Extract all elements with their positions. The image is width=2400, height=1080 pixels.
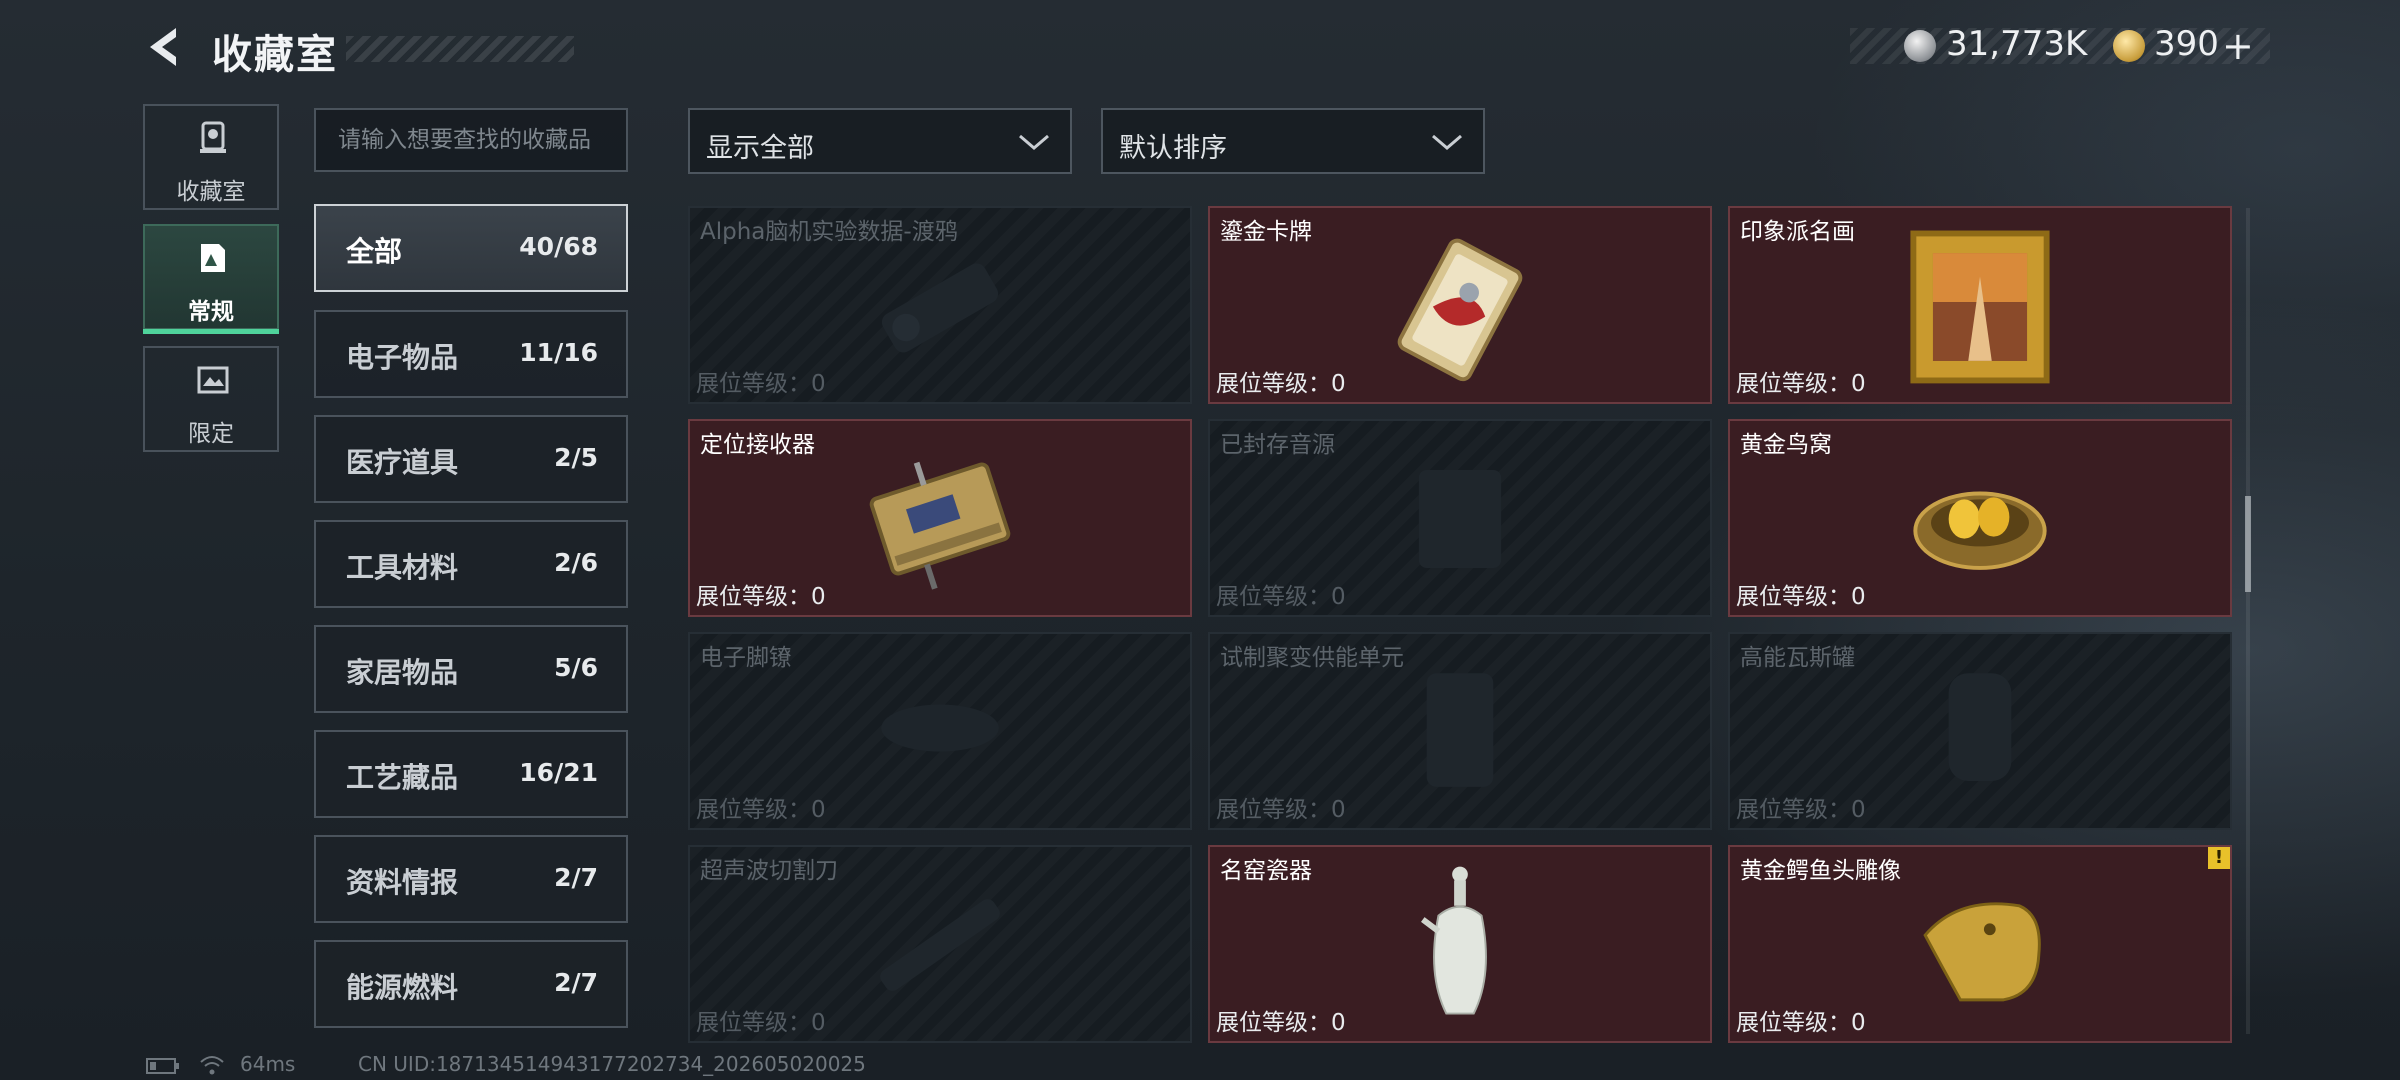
category-crafts[interactable]: 工艺藏品 16/21 bbox=[314, 730, 628, 818]
item-name: 黄金鳄鱼头雕像 bbox=[1740, 858, 1901, 884]
item-name: 高能瓦斯罐 bbox=[1740, 645, 1855, 671]
collectible-card-golden-crocodile-head[interactable]: ! 黄金鳄鱼头雕像 展位等级：0 bbox=[1728, 845, 2232, 1043]
category-count: 2/7 bbox=[554, 863, 598, 892]
item-name: 定位接收器 bbox=[700, 432, 815, 458]
category-electronics[interactable]: 电子物品 11/16 bbox=[314, 310, 628, 398]
category-energy[interactable]: 能源燃料 2/7 bbox=[314, 940, 628, 1028]
battery-icon bbox=[146, 1058, 179, 1074]
category-count: 16/21 bbox=[519, 758, 598, 787]
category-tools[interactable]: 工具材料 2/6 bbox=[314, 520, 628, 608]
category-intel[interactable]: 资料情报 2/7 bbox=[314, 835, 628, 923]
item-name: 名窑瓷器 bbox=[1220, 858, 1312, 884]
side-tab-collection-room[interactable]: 收藏室 bbox=[143, 104, 279, 210]
grid-scrollbar-track bbox=[2246, 208, 2250, 1034]
category-count: 2/6 bbox=[554, 548, 598, 577]
category-medical[interactable]: 医疗道具 2/5 bbox=[314, 415, 628, 503]
display-level: 展位等级：0 bbox=[1736, 1010, 1866, 1036]
category-name: 医疗道具 bbox=[346, 446, 459, 479]
item-name: Alpha脑机实验数据-渡鸦 bbox=[700, 219, 958, 245]
wifi-icon bbox=[200, 1056, 224, 1075]
side-tab-label: 限定 bbox=[188, 421, 234, 447]
gold-coin-icon bbox=[2113, 30, 2145, 62]
silver-coin-icon bbox=[1904, 30, 1936, 62]
category-count: 40/68 bbox=[519, 232, 598, 261]
item-name: 印象派名画 bbox=[1740, 219, 1855, 245]
collectible-card-gas-canister[interactable]: 高能瓦斯罐 展位等级：0 bbox=[1728, 632, 2232, 830]
user-uid: CN UID:187134514943177202734_20260502002… bbox=[358, 1052, 866, 1076]
collection-room-icon bbox=[200, 121, 226, 153]
display-level: 展位等级：0 bbox=[1216, 371, 1346, 397]
item-name: 超声波切割刀 bbox=[700, 858, 838, 884]
category-count: 2/5 bbox=[554, 443, 598, 472]
display-level: 展位等级：0 bbox=[696, 584, 826, 610]
category-all[interactable]: 全部 40/68 bbox=[314, 204, 628, 292]
display-level: 展位等级：0 bbox=[1216, 797, 1346, 823]
collectible-card-ultrasonic-cutter[interactable]: 超声波切割刀 展位等级：0 bbox=[688, 845, 1192, 1043]
chevron-down-icon bbox=[1432, 134, 1462, 150]
display-level: 展位等级：0 bbox=[1736, 584, 1866, 610]
search-input[interactable] bbox=[316, 110, 626, 170]
display-level: 展位等级：0 bbox=[696, 1010, 826, 1036]
item-name: 已封存音源 bbox=[1220, 432, 1335, 458]
silver-currency-value: 31,773K bbox=[1946, 24, 2088, 64]
category-name: 工具材料 bbox=[346, 551, 459, 584]
network-ping: 64ms bbox=[240, 1052, 296, 1076]
page-title: 收藏室 bbox=[212, 32, 338, 78]
category-count: 5/6 bbox=[554, 653, 598, 682]
category-name: 电子物品 bbox=[346, 341, 459, 374]
add-currency-button[interactable]: + bbox=[2222, 24, 2254, 68]
grid-scrollbar-thumb[interactable] bbox=[2245, 496, 2251, 592]
collectible-card-locator-receiver[interactable]: 定位接收器 展位等级：0 bbox=[688, 419, 1192, 617]
collectible-card-impressionist-painting[interactable]: 印象派名画 展位等级：0 bbox=[1728, 206, 2232, 404]
chevron-down-icon bbox=[1019, 134, 1049, 150]
display-level: 展位等级：0 bbox=[1736, 371, 1866, 397]
category-name: 家居物品 bbox=[346, 656, 459, 689]
back-arrow-icon[interactable] bbox=[142, 24, 188, 70]
collectible-card-golden-nest[interactable]: 黄金鸟窝 展位等级：0 bbox=[1728, 419, 2232, 617]
sort-dropdown[interactable]: 默认排序 bbox=[1101, 108, 1485, 174]
side-tab-regular[interactable]: 常规 bbox=[143, 224, 279, 334]
display-level: 展位等级：0 bbox=[1216, 1010, 1346, 1036]
item-name: 试制聚变供能单元 bbox=[1220, 645, 1404, 671]
side-tab-label: 收藏室 bbox=[176, 179, 246, 205]
collectible-card-sealed-audio[interactable]: 已封存音源 展位等级：0 bbox=[1208, 419, 1712, 617]
collectible-card-electronic-shackle[interactable]: 电子脚镣 展位等级：0 bbox=[688, 632, 1192, 830]
collectible-card-fusion-unit[interactable]: 试制聚变供能单元 展位等级：0 bbox=[1208, 632, 1712, 830]
display-filter-dropdown[interactable]: 显示全部 bbox=[688, 108, 1072, 174]
collectible-card-alpha-data[interactable]: Alpha脑机实验数据-渡鸦 展位等级：0 bbox=[688, 206, 1192, 404]
regular-icon bbox=[201, 244, 225, 272]
gold-currency-value: 390 bbox=[2154, 24, 2219, 64]
category-count: 11/16 bbox=[519, 338, 598, 367]
sort-value: 默认排序 bbox=[1119, 133, 1227, 164]
display-level: 展位等级：0 bbox=[696, 371, 826, 397]
category-count: 2/7 bbox=[554, 968, 598, 997]
item-name: 电子脚镣 bbox=[700, 645, 792, 671]
display-filter-value: 显示全部 bbox=[706, 133, 814, 164]
display-level: 展位等级：0 bbox=[1736, 797, 1866, 823]
side-tab-label: 常规 bbox=[188, 299, 234, 325]
category-household[interactable]: 家居物品 5/6 bbox=[314, 625, 628, 713]
display-level: 展位等级：0 bbox=[696, 797, 826, 823]
collectible-card-famous-porcelain[interactable]: 名窑瓷器 展位等级：0 bbox=[1208, 845, 1712, 1043]
collectible-card-gilded-card[interactable]: 鎏金卡牌 展位等级：0 bbox=[1208, 206, 1712, 404]
category-name: 资料情报 bbox=[346, 866, 459, 899]
item-name: 鎏金卡牌 bbox=[1220, 219, 1312, 245]
warning-badge-icon: ! bbox=[2208, 847, 2230, 869]
item-name: 黄金鸟窝 bbox=[1740, 432, 1832, 458]
category-name: 工艺藏品 bbox=[346, 761, 459, 794]
side-tab-limited[interactable]: 限定 bbox=[143, 346, 279, 452]
search-box[interactable] bbox=[314, 108, 628, 172]
category-name: 能源燃料 bbox=[346, 971, 459, 1004]
limited-icon bbox=[197, 366, 229, 394]
category-name: 全部 bbox=[346, 235, 403, 268]
title-decoration bbox=[346, 36, 574, 62]
display-level: 展位等级：0 bbox=[1216, 584, 1346, 610]
